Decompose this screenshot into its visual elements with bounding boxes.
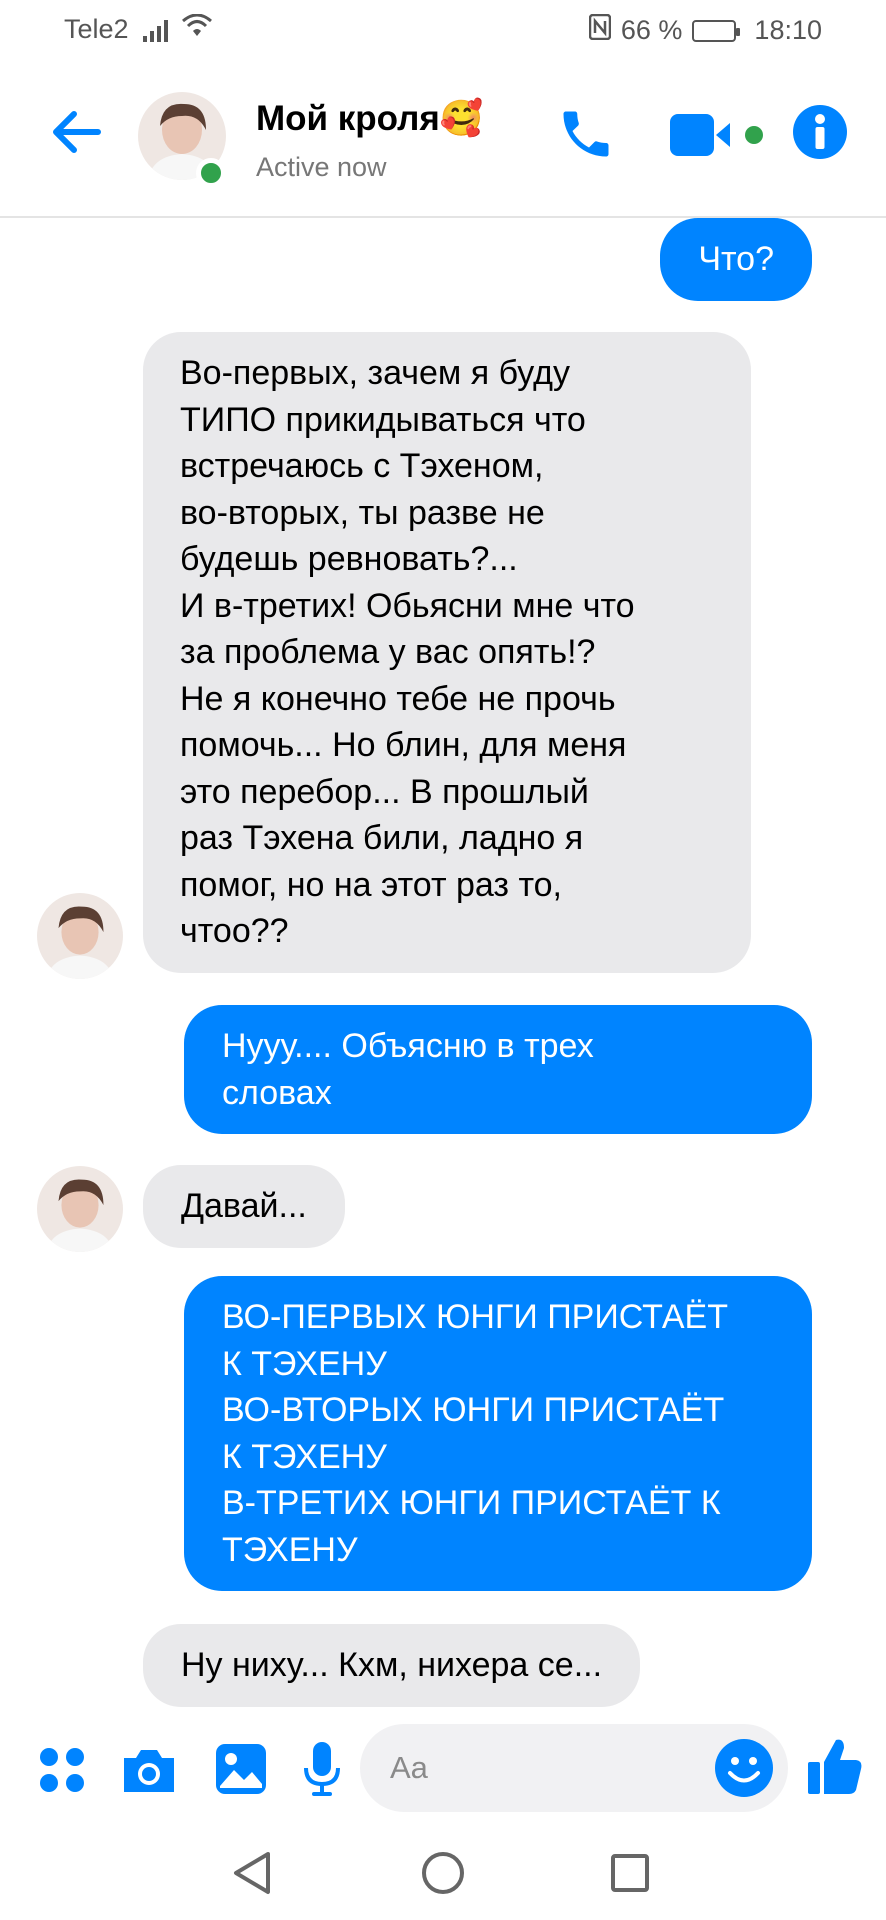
message-line: ТИПО прикидываться что xyxy=(180,400,586,439)
message-line: это перебор... В прошлый xyxy=(180,772,589,811)
message-list[interactable]: Что? Во-первых, зачем я буду ТИПО прикид… xyxy=(0,218,886,1710)
message-bubble-incoming[interactable]: Давай... xyxy=(143,1165,345,1248)
message-line: чтоо?? xyxy=(180,912,289,950)
phone-icon[interactable] xyxy=(556,104,616,169)
carrier-label: Tele2 xyxy=(64,14,129,44)
message-line: за проблема у вас опять!? xyxy=(180,633,596,671)
status-bar: Tele2 66 % 18:10 xyxy=(0,0,886,62)
camera-icon[interactable] xyxy=(120,1746,178,1799)
back-arrow-icon[interactable] xyxy=(48,104,104,160)
clock: 18:10 xyxy=(754,15,822,45)
message-line: раз Тэхена били, ладно я xyxy=(180,819,584,857)
message-line: будешь ревновать?... xyxy=(180,540,518,578)
message-line: Нууу.... Объясню в трех xyxy=(222,1027,594,1065)
system-navigation-bar xyxy=(0,1832,886,1920)
message-line: Не я конечно тебе не прочь xyxy=(180,679,616,718)
composer-bar: Aa xyxy=(0,1710,886,1832)
message-line: Во-первых, зачем я буду xyxy=(180,354,571,392)
message-bubble-outgoing[interactable]: Что? xyxy=(660,218,812,301)
battery-percent: 66 % xyxy=(620,15,683,45)
message-line: Ну ниху... Кхм, нихера се... xyxy=(181,1646,603,1684)
message-line: встречаюсь с Тэхеном, xyxy=(180,447,544,485)
video-camera-icon[interactable] xyxy=(668,110,768,167)
battery-icon xyxy=(692,19,741,42)
apps-icon[interactable] xyxy=(38,1746,86,1799)
nav-recents-icon[interactable] xyxy=(608,1848,652,1903)
emoji-icon[interactable] xyxy=(714,1738,774,1798)
message-bubble-incoming[interactable]: Во-первых, зачем я буду ТИПО прикидывать… xyxy=(143,332,751,973)
message-line: словах xyxy=(222,1073,332,1112)
message-line: Давай... xyxy=(181,1187,307,1225)
signal-icon xyxy=(142,18,168,42)
message-line: К ТЭХЕНУ xyxy=(222,1437,387,1476)
message-line: ТЭХЕНУ xyxy=(222,1530,358,1569)
message-line: во-вторых, ты разве не xyxy=(180,493,545,532)
message-bubble-outgoing[interactable]: Нууу.... Объясню в трех словах xyxy=(184,1005,812,1134)
microphone-icon[interactable] xyxy=(302,1740,342,1803)
nav-home-icon[interactable] xyxy=(420,1848,466,1903)
conversation-header: Мой кроля🥰 Active now xyxy=(0,62,886,218)
info-icon[interactable] xyxy=(792,104,848,165)
message-line: И в-третих! Обьясни мне что xyxy=(180,586,635,625)
message-line: ВО-ВТОРЫХ ЮНГИ ПРИСТАЁТ xyxy=(222,1391,725,1429)
like-icon[interactable] xyxy=(806,1736,864,1803)
contact-status: Active now xyxy=(256,152,387,182)
gallery-icon[interactable] xyxy=(214,1742,268,1801)
contact-name[interactable]: Мой кроля🥰 xyxy=(256,98,483,139)
message-line: ВО-ПЕРВЫХ ЮНГИ ПРИСТАЁТ xyxy=(222,1298,728,1336)
sender-avatar[interactable] xyxy=(37,893,123,979)
message-line: помочь... Но блин, для меня xyxy=(180,726,627,764)
wifi-icon xyxy=(181,13,212,45)
message-bubble-incoming[interactable]: Ну ниху... Кхм, нихера се... xyxy=(143,1624,641,1707)
nav-back-icon[interactable] xyxy=(230,1848,274,1903)
online-indicator xyxy=(196,158,226,188)
sender-avatar[interactable] xyxy=(37,1166,123,1252)
nfc-icon xyxy=(588,13,612,47)
message-line: В-ТРЕТИХ ЮНГИ ПРИСТАЁТ К xyxy=(222,1484,721,1522)
message-line: К ТЭХЕНУ xyxy=(222,1344,387,1383)
message-line: помог, но на этот раз то, xyxy=(180,865,563,904)
message-bubble-outgoing[interactable]: ВО-ПЕРВЫХ ЮНГИ ПРИСТАЁТ К ТЭХЕНУ ВО-ВТОР… xyxy=(184,1276,812,1591)
message-input[interactable]: Aa xyxy=(360,1724,788,1812)
message-input-placeholder: Aa xyxy=(390,1750,428,1785)
message-line: Что? xyxy=(698,240,774,278)
